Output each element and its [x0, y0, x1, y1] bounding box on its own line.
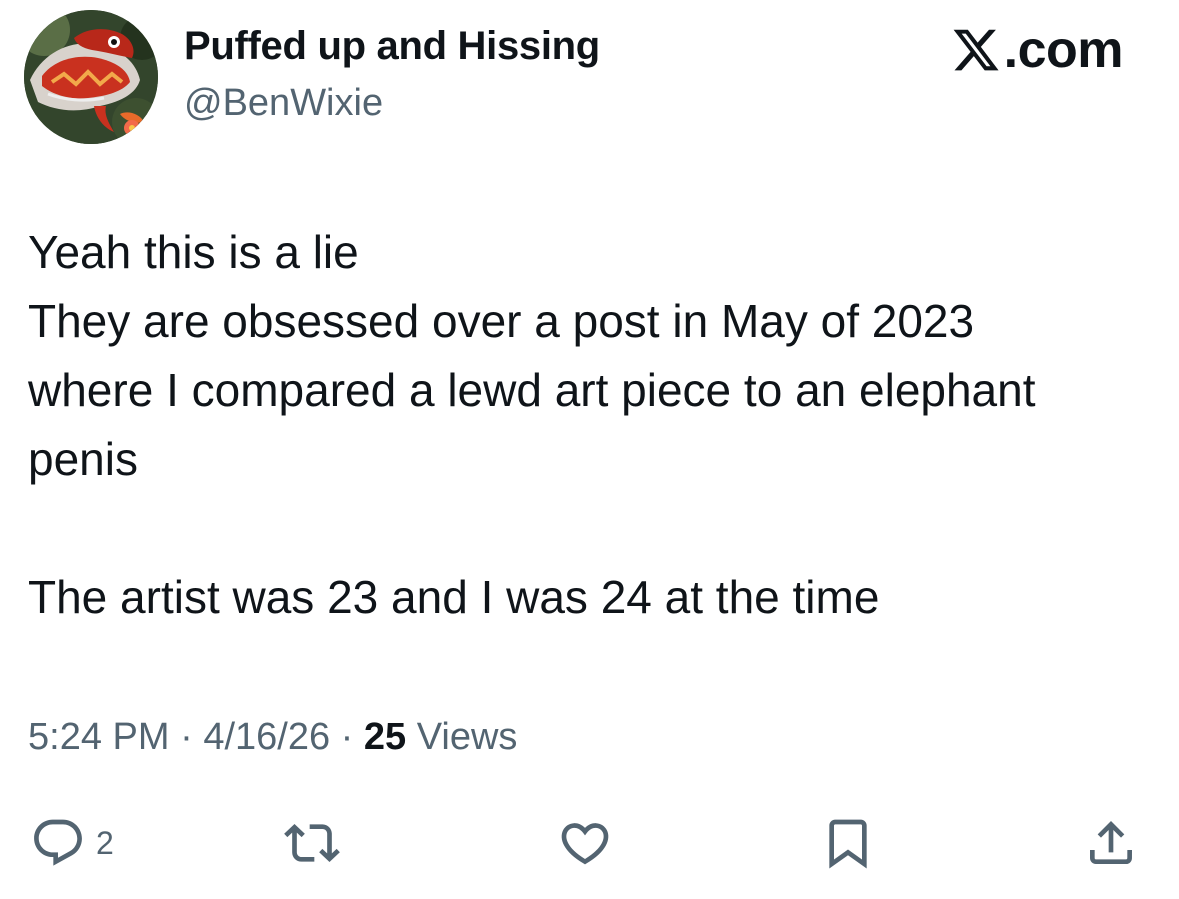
reply-button[interactable]: 2	[30, 808, 114, 878]
reply-count: 2	[96, 824, 114, 861]
tweet-line: where I compared a lewd art piece to an …	[28, 364, 1036, 416]
tweet-text: Yeah this is a lie They are obsessed ove…	[28, 218, 1158, 632]
tweet-line: The artist was 23 and I was 24 at the ti…	[28, 571, 880, 623]
meta-separator: ·	[169, 716, 204, 758]
views-count[interactable]: 25	[364, 716, 406, 758]
heart-icon	[561, 823, 609, 865]
repost-button[interactable]	[284, 808, 340, 878]
user-handle[interactable]: @BenWixie	[184, 82, 383, 125]
post-time[interactable]: 5:24 PM	[28, 716, 170, 758]
x-brand: .com	[950, 21, 1124, 79]
tweet-line: They are obsessed over a post in May of …	[28, 295, 975, 347]
views-label[interactable]: Views	[406, 716, 518, 758]
bookmark-button[interactable]	[820, 808, 876, 878]
meta-separator: ·	[330, 716, 364, 758]
post-date[interactable]: 4/16/26	[203, 716, 330, 758]
brand-domain-text: .com	[1003, 21, 1124, 79]
display-name[interactable]: Puffed up and Hissing	[184, 24, 600, 69]
tweet-meta: 5:24 PM · 4/16/26 · 25 Views	[28, 716, 517, 759]
bookmark-icon	[829, 819, 867, 869]
tweet-line: Yeah this is a lie	[28, 226, 359, 278]
avatar[interactable]	[24, 10, 158, 144]
chameleon-avatar-icon	[24, 10, 158, 144]
action-bar: 2	[0, 808, 1179, 878]
share-button[interactable]	[1083, 808, 1139, 878]
x-logo-icon	[953, 29, 999, 71]
share-icon	[1090, 821, 1132, 864]
tweet-line: penis	[28, 433, 138, 485]
like-button[interactable]	[557, 808, 613, 878]
repost-icon	[284, 824, 340, 862]
reply-icon	[34, 819, 82, 866]
